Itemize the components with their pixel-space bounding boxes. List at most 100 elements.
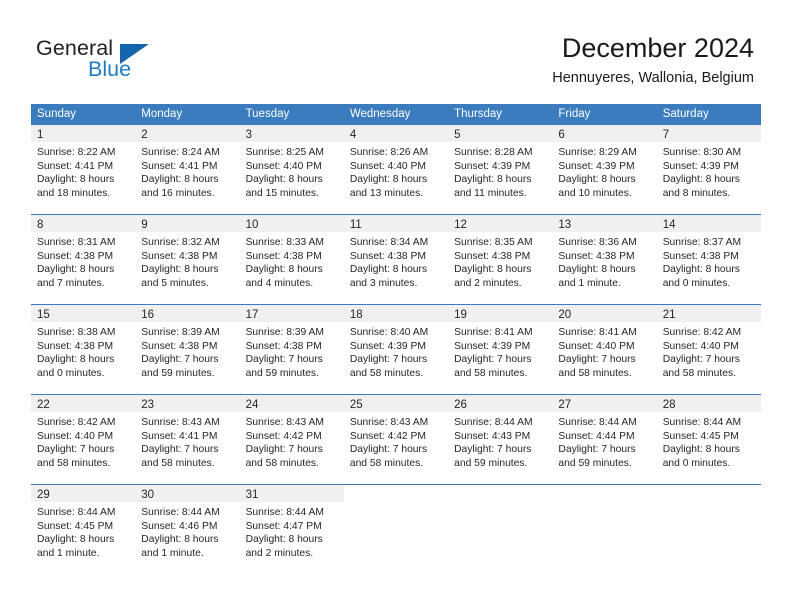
daylight-text-line1: Daylight: 7 hours: [245, 444, 323, 456]
daylight-text-line2: and 7 minutes.: [37, 277, 105, 289]
sunrise-text: Sunrise: 8:28 AM: [454, 147, 533, 158]
sunset-text: Sunset: 4:40 PM: [349, 160, 426, 172]
daylight-text-line2: and 58 minutes.: [141, 457, 215, 469]
day-number-band: 22: [31, 395, 136, 412]
day-cell[interactable]: 27 Sunrise: 8:44 AM Sunset: 4:44 PM Dayl…: [552, 395, 657, 484]
day-cell[interactable]: 5 Sunrise: 8:28 AM Sunset: 4:39 PM Dayli…: [448, 125, 553, 214]
day-cell[interactable]: 25 Sunrise: 8:43 AM Sunset: 4:42 PM Dayl…: [343, 395, 449, 484]
daylight-text-line2: and 5 minutes.: [141, 277, 209, 289]
daylight-text-line1: Daylight: 7 hours: [662, 354, 740, 366]
day-cell[interactable]: 8 Sunrise: 8:31 AM Sunset: 4:38 PM Dayli…: [31, 215, 136, 304]
day-number: 26: [454, 399, 467, 411]
day-number-band: 24: [239, 395, 344, 412]
day-cell-empty: [656, 485, 761, 574]
sunrise-text: Sunrise: 8:32 AM: [141, 237, 220, 248]
day-cell[interactable]: 13 Sunrise: 8:36 AM Sunset: 4:38 PM Dayl…: [552, 215, 657, 304]
sunset-text: Sunset: 4:39 PM: [349, 340, 426, 352]
daylight-text-line1: Daylight: 8 hours: [349, 264, 428, 276]
day-cell[interactable]: 6 Sunrise: 8:29 AM Sunset: 4:39 PM Dayli…: [552, 125, 657, 214]
daylight-text-line1: Daylight: 8 hours: [662, 444, 740, 456]
day-cell[interactable]: 7 Sunrise: 8:30 AM Sunset: 4:39 PM Dayli…: [656, 125, 761, 214]
day-cell[interactable]: 4 Sunrise: 8:26 AM Sunset: 4:40 PM Dayli…: [343, 125, 449, 214]
day-details: Sunrise: 8:29 AM Sunset: 4:39 PM Dayligh…: [552, 142, 656, 200]
day-cell[interactable]: 30 Sunrise: 8:44 AM Sunset: 4:46 PM Dayl…: [135, 485, 240, 574]
day-cell[interactable]: 29 Sunrise: 8:44 AM Sunset: 4:45 PM Dayl…: [31, 485, 136, 574]
day-cell[interactable]: 15 Sunrise: 8:38 AM Sunset: 4:38 PM Dayl…: [31, 305, 136, 394]
sunrise-text: Sunrise: 8:43 AM: [245, 417, 324, 428]
day-number-band: 18: [343, 305, 449, 322]
sunset-text: Sunset: 4:38 PM: [37, 250, 114, 262]
day-cell[interactable]: 16 Sunrise: 8:39 AM Sunset: 4:38 PM Dayl…: [135, 305, 240, 394]
sunset-text: Sunset: 4:38 PM: [245, 340, 322, 352]
day-cell[interactable]: 14 Sunrise: 8:37 AM Sunset: 4:38 PM Dayl…: [656, 215, 761, 304]
daylight-text-line2: and 1 minute.: [141, 547, 204, 559]
day-details: Sunrise: 8:43 AM Sunset: 4:42 PM Dayligh…: [240, 412, 344, 470]
day-number-band: 11: [343, 215, 449, 232]
day-cell[interactable]: 24 Sunrise: 8:43 AM Sunset: 4:42 PM Dayl…: [239, 395, 344, 484]
general-blue-logo[interactable]: General Blue: [36, 36, 216, 86]
daylight-text-line2: and 15 minutes.: [245, 187, 319, 199]
day-number-band: [656, 485, 761, 502]
week-row: 1 Sunrise: 8:22 AM Sunset: 4:41 PM Dayli…: [31, 125, 761, 214]
daylight-text-line1: Daylight: 7 hours: [349, 354, 428, 366]
sunrise-text: Sunrise: 8:33 AM: [245, 237, 324, 248]
day-cell[interactable]: 26 Sunrise: 8:44 AM Sunset: 4:43 PM Dayl…: [448, 395, 553, 484]
day-cell[interactable]: 3 Sunrise: 8:25 AM Sunset: 4:40 PM Dayli…: [239, 125, 344, 214]
day-number: 28: [662, 399, 676, 411]
day-details: Sunrise: 8:40 AM Sunset: 4:39 PM Dayligh…: [344, 322, 448, 380]
daylight-text-line2: and 8 minutes.: [662, 187, 731, 199]
day-cell[interactable]: 28 Sunrise: 8:44 AM Sunset: 4:45 PM Dayl…: [656, 395, 761, 484]
day-number: 14: [662, 219, 676, 231]
day-cell[interactable]: 19 Sunrise: 8:41 AM Sunset: 4:39 PM Dayl…: [448, 305, 553, 394]
sunrise-text: Sunrise: 8:44 AM: [245, 507, 324, 518]
day-number-band: 20: [552, 305, 657, 322]
day-cell[interactable]: 20 Sunrise: 8:41 AM Sunset: 4:40 PM Dayl…: [552, 305, 657, 394]
daylight-text-line2: and 1 minute.: [37, 547, 100, 559]
daylight-text-line1: Daylight: 8 hours: [558, 264, 636, 276]
day-cell[interactable]: 18 Sunrise: 8:40 AM Sunset: 4:39 PM Dayl…: [343, 305, 449, 394]
sunrise-text: Sunrise: 8:25 AM: [245, 147, 324, 158]
daylight-text-line2: and 13 minutes.: [349, 187, 424, 199]
day-cell[interactable]: 12 Sunrise: 8:35 AM Sunset: 4:38 PM Dayl…: [448, 215, 553, 304]
sunrise-text: Sunrise: 8:43 AM: [141, 417, 220, 428]
daylight-text-line1: Daylight: 7 hours: [558, 354, 636, 366]
day-cell[interactable]: 11 Sunrise: 8:34 AM Sunset: 4:38 PM Dayl…: [343, 215, 449, 304]
daylight-text-line1: Daylight: 7 hours: [454, 444, 532, 456]
day-cell[interactable]: 10 Sunrise: 8:33 AM Sunset: 4:38 PM Dayl…: [239, 215, 344, 304]
day-cell[interactable]: 2 Sunrise: 8:24 AM Sunset: 4:41 PM Dayli…: [135, 125, 240, 214]
day-number: 15: [37, 309, 50, 321]
day-number: 18: [349, 309, 363, 321]
daylight-text-line2: and 58 minutes.: [37, 457, 111, 469]
daylight-text-line1: Daylight: 8 hours: [141, 174, 219, 186]
day-number-band: 21: [656, 305, 761, 322]
day-cell[interactable]: 1 Sunrise: 8:22 AM Sunset: 4:41 PM Dayli…: [31, 125, 136, 214]
daylight-text-line2: and 0 minutes.: [662, 457, 731, 469]
day-number-band: 26: [448, 395, 553, 412]
day-number: 31: [245, 489, 259, 501]
day-cell[interactable]: 21 Sunrise: 8:42 AM Sunset: 4:40 PM Dayl…: [656, 305, 761, 394]
day-cell[interactable]: 31 Sunrise: 8:44 AM Sunset: 4:47 PM Dayl…: [239, 485, 344, 574]
day-cell[interactable]: 9 Sunrise: 8:32 AM Sunset: 4:38 PM Dayli…: [135, 215, 240, 304]
daylight-text-line2: and 58 minutes.: [349, 457, 424, 469]
day-details: Sunrise: 8:44 AM Sunset: 4:45 PM Dayligh…: [31, 502, 135, 560]
daylight-text-line2: and 0 minutes.: [37, 367, 105, 379]
page-title: December 2024: [561, 33, 754, 63]
daylight-text-line2: and 58 minutes.: [245, 457, 319, 469]
sunrise-text: Sunrise: 8:44 AM: [141, 507, 220, 518]
day-cell[interactable]: 23 Sunrise: 8:43 AM Sunset: 4:41 PM Dayl…: [135, 395, 240, 484]
day-details: Sunrise: 8:33 AM Sunset: 4:38 PM Dayligh…: [240, 232, 344, 290]
sunrise-text: Sunrise: 8:39 AM: [141, 327, 220, 338]
sunrise-text: Sunrise: 8:42 AM: [37, 417, 116, 428]
weekday-header-saturday: Saturday: [662, 108, 709, 120]
week-row: 22 Sunrise: 8:42 AM Sunset: 4:40 PM Dayl…: [31, 394, 761, 484]
day-details: Sunrise: 8:39 AM Sunset: 4:38 PM Dayligh…: [135, 322, 239, 380]
day-number: 12: [454, 219, 467, 231]
sunrise-text: Sunrise: 8:36 AM: [558, 237, 637, 248]
day-cell[interactable]: 22 Sunrise: 8:42 AM Sunset: 4:40 PM Dayl…: [31, 395, 136, 484]
sunset-text: Sunset: 4:38 PM: [454, 250, 531, 262]
weekday-header-tuesday: Tuesday: [245, 108, 290, 120]
day-cell[interactable]: 17 Sunrise: 8:39 AM Sunset: 4:38 PM Dayl…: [239, 305, 344, 394]
day-cell-empty: [552, 485, 657, 574]
day-number-band: 9: [135, 215, 240, 232]
sunset-text: Sunset: 4:44 PM: [558, 430, 635, 442]
